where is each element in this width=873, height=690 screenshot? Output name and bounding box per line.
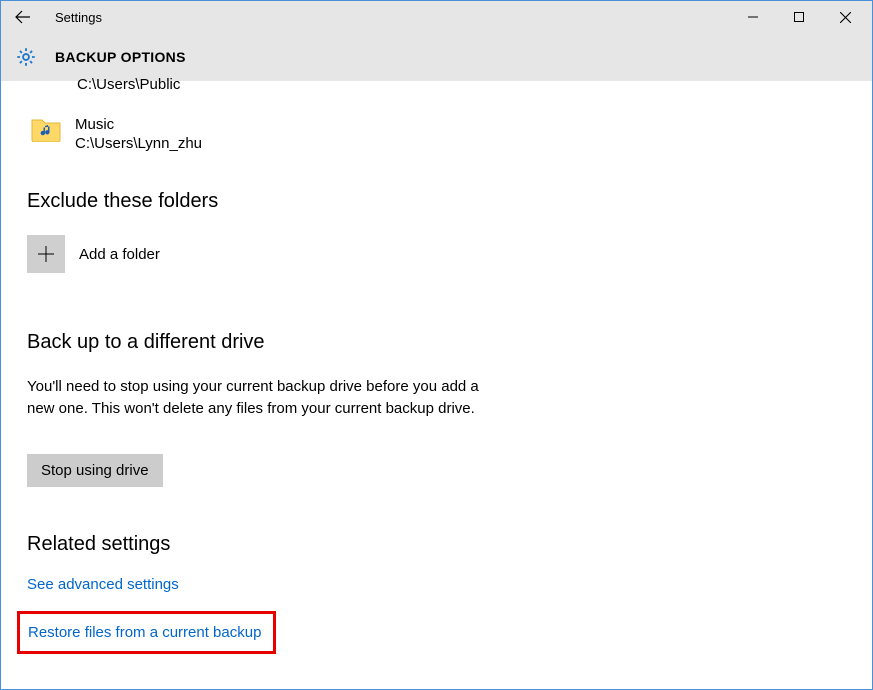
minimize-button[interactable] (730, 1, 776, 33)
back-button[interactable] (1, 1, 45, 33)
add-folder-button[interactable]: Add a folder (27, 235, 846, 273)
different-drive-description: You'll need to stop using your current b… (27, 376, 497, 420)
minimize-icon (748, 12, 758, 22)
stop-using-drive-button[interactable]: Stop using drive (27, 454, 163, 487)
restore-files-link[interactable]: Restore files from a current backup (28, 624, 261, 641)
window-title: Settings (55, 10, 102, 25)
previous-folder-path: C:\Users\Public (27, 77, 846, 92)
exclude-folders-heading: Exclude these folders (27, 190, 846, 213)
arrow-left-icon (15, 9, 31, 25)
plus-icon (27, 235, 65, 273)
close-icon (840, 12, 851, 23)
page-title: BACKUP OPTIONS (55, 49, 186, 65)
highlight-annotation: Restore files from a current backup (17, 611, 276, 654)
add-folder-label: Add a folder (79, 246, 160, 263)
see-advanced-settings-link[interactable]: See advanced settings (27, 576, 179, 593)
maximize-icon (794, 12, 804, 22)
folder-name: Music (75, 116, 202, 133)
folder-path: C:\Users\Lynn_zhu (75, 135, 202, 152)
page-header: BACKUP OPTIONS (1, 33, 872, 81)
music-folder-icon (31, 116, 61, 146)
title-bar: Settings (1, 1, 872, 33)
related-settings-heading: Related settings (27, 533, 846, 556)
gear-icon (15, 46, 37, 68)
close-button[interactable] (822, 1, 868, 33)
different-drive-heading: Back up to a different drive (27, 331, 846, 354)
maximize-button[interactable] (776, 1, 822, 33)
folder-item-music[interactable]: Music C:\Users\Lynn_zhu (31, 116, 846, 152)
content-area: C:\Users\Public Music C:\Users\Lynn_zhu … (1, 77, 872, 654)
